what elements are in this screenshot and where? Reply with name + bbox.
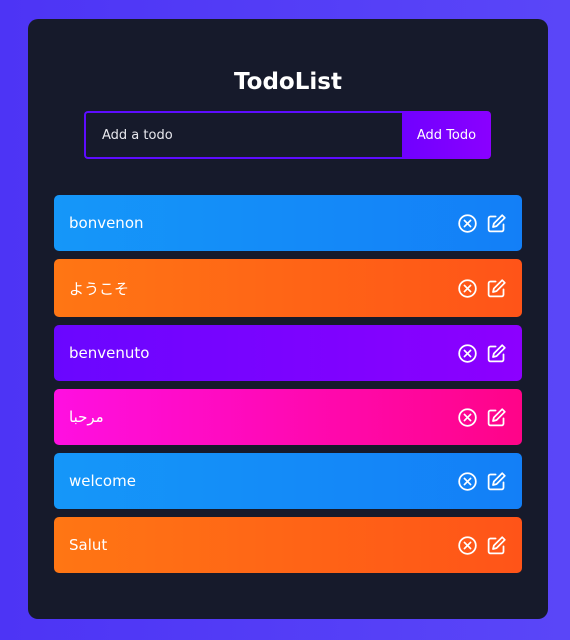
edit-icon[interactable] <box>486 343 507 364</box>
todo-item: welcome <box>54 453 522 509</box>
edit-icon[interactable] <box>486 535 507 556</box>
todo-input[interactable] <box>84 111 402 159</box>
todo-actions <box>457 213 507 234</box>
todo-text: welcome <box>69 472 136 490</box>
close-circle-icon[interactable] <box>457 343 478 364</box>
todo-text: ようこそ <box>69 279 130 298</box>
todo-actions <box>457 471 507 492</box>
todo-text: benvenuto <box>69 344 150 362</box>
edit-icon[interactable] <box>486 471 507 492</box>
todo-text: bonvenon <box>69 214 144 232</box>
todo-text: Salut <box>69 536 108 554</box>
todo-actions <box>457 407 507 428</box>
close-circle-icon[interactable] <box>457 213 478 234</box>
edit-icon[interactable] <box>486 278 507 299</box>
todo-item: bonvenon <box>54 195 522 251</box>
todo-item: مرحبا <box>54 389 522 445</box>
todo-actions <box>457 278 507 299</box>
todo-item: ようこそ <box>54 259 522 317</box>
todo-app: TodoList Add Todo bonvenon ようこそ benvenut… <box>28 19 548 619</box>
todo-actions <box>457 535 507 556</box>
close-circle-icon[interactable] <box>457 471 478 492</box>
todo-form: Add Todo <box>84 111 491 159</box>
todo-list: bonvenon ようこそ benvenuto مرحبا welcome Sa… <box>54 195 522 581</box>
close-circle-icon[interactable] <box>457 278 478 299</box>
close-circle-icon[interactable] <box>457 535 478 556</box>
close-circle-icon[interactable] <box>457 407 478 428</box>
todo-actions <box>457 343 507 364</box>
todo-item: benvenuto <box>54 325 522 381</box>
todo-text: مرحبا <box>69 408 104 426</box>
app-title: TodoList <box>234 69 342 95</box>
add-todo-button[interactable]: Add Todo <box>402 111 491 159</box>
todo-item: Salut <box>54 517 522 573</box>
edit-icon[interactable] <box>486 213 507 234</box>
edit-icon[interactable] <box>486 407 507 428</box>
